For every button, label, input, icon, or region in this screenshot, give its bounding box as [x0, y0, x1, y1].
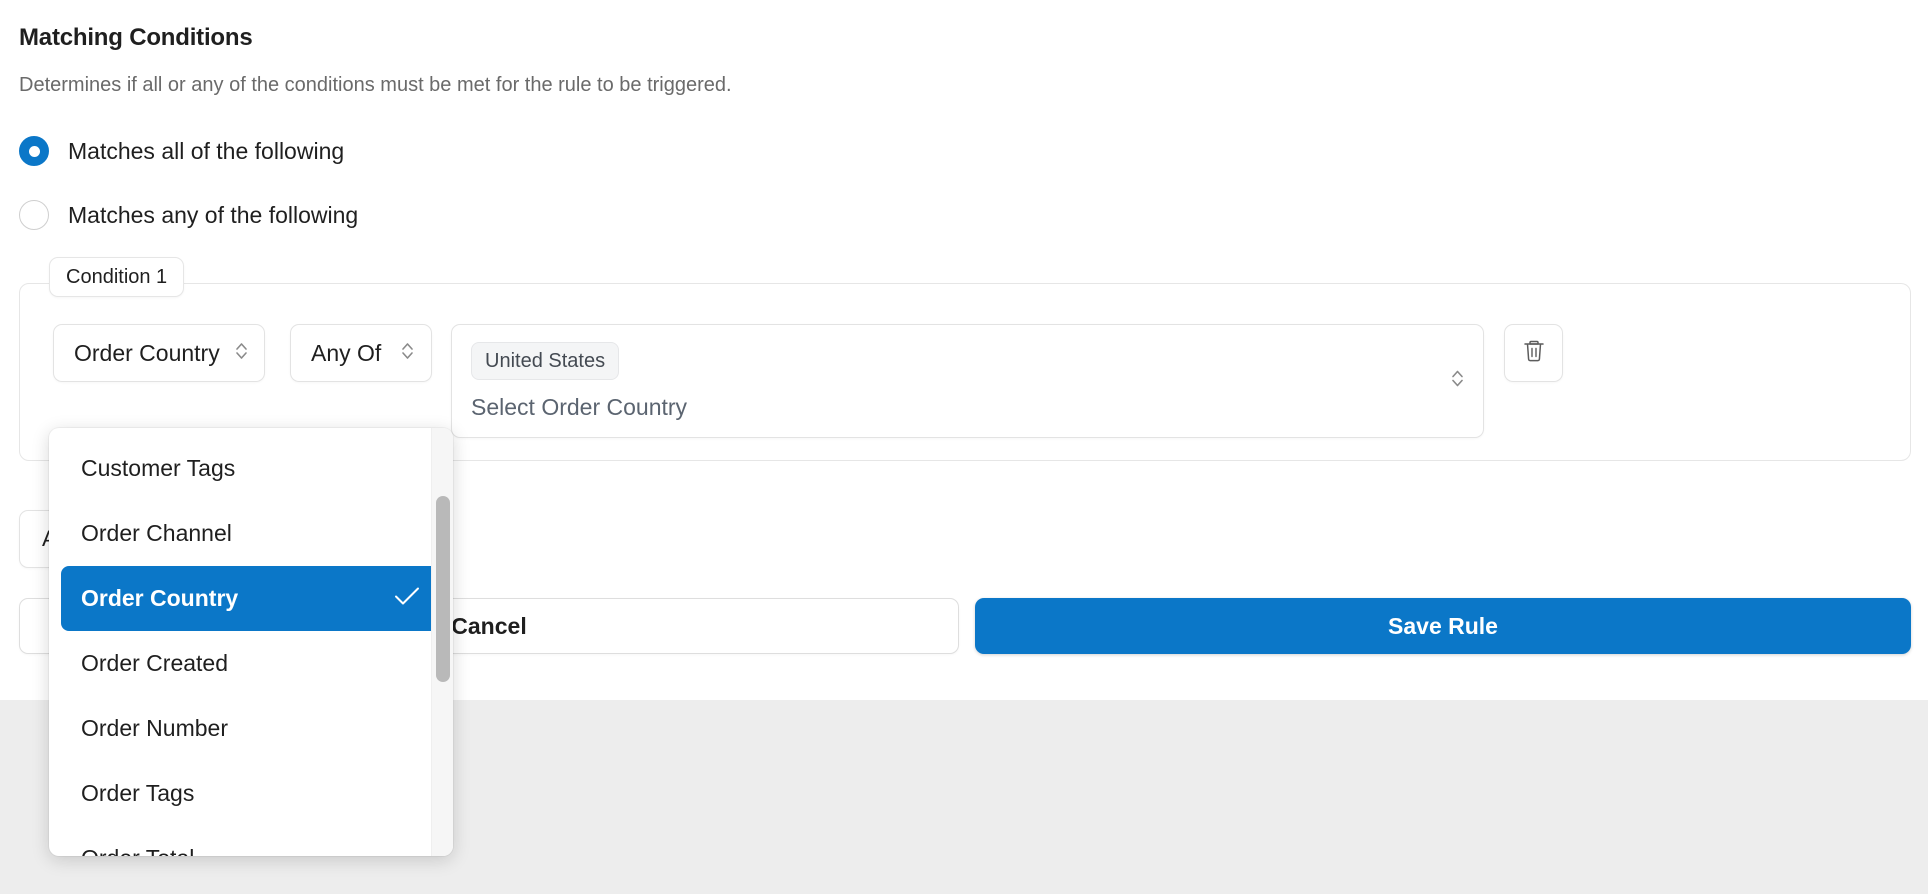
- condition-operator-value: Any Of: [311, 339, 382, 366]
- app-root: Matching Conditions Determines if all or…: [0, 0, 1928, 894]
- radio-label-matches-all: Matches all of the following: [68, 137, 345, 164]
- trash-icon: [1521, 337, 1547, 370]
- dropdown-option-label: Order Number: [81, 715, 228, 741]
- radio-indicator-unselected[interactable]: [19, 200, 49, 230]
- cancel-button-label: Cancel: [451, 612, 527, 639]
- dropdown-scrollbar-thumb[interactable]: [436, 496, 450, 682]
- dropdown-option-list: Customer Tags Order Channel Order Countr…: [49, 428, 453, 856]
- field-select-dropdown[interactable]: Customer Tags Order Channel Order Countr…: [49, 428, 453, 856]
- radio-option-matches-any[interactable]: Matches any of the following: [19, 200, 358, 230]
- delete-condition-button[interactable]: [1504, 324, 1563, 382]
- dropdown-option-label: Customer Tags: [81, 455, 236, 481]
- condition-operator-select[interactable]: Any Of: [290, 324, 432, 382]
- chevron-up-down-icon: [1450, 368, 1465, 395]
- dropdown-option[interactable]: Order Channel: [61, 501, 441, 566]
- radio-option-matches-all[interactable]: Matches all of the following: [19, 136, 344, 166]
- condition-value-multiselect[interactable]: United States Select Order Country: [451, 324, 1484, 438]
- dropdown-option[interactable]: Order Total: [61, 826, 441, 856]
- dropdown-option[interactable]: Order Tags: [61, 761, 441, 826]
- save-rule-button[interactable]: Save Rule: [975, 598, 1911, 654]
- chevron-up-down-icon: [400, 340, 415, 367]
- chevron-up-down-icon: [234, 340, 249, 367]
- dropdown-option-label: Order Tags: [81, 780, 195, 806]
- dropdown-option[interactable]: Order Created: [61, 631, 441, 696]
- condition-field-select[interactable]: Order Country: [53, 324, 265, 382]
- condition-field-value: Order Country: [74, 339, 220, 366]
- condition-legend: Condition 1: [49, 257, 185, 297]
- dropdown-option[interactable]: Order Number: [61, 696, 441, 761]
- dropdown-scrollbar[interactable]: [431, 428, 453, 856]
- dropdown-option-label: Order Total: [81, 845, 194, 856]
- page-title: Matching Conditions: [19, 24, 253, 51]
- radio-label-matches-any: Matches any of the following: [68, 201, 359, 228]
- check-icon: [393, 585, 421, 613]
- dropdown-option-selected[interactable]: Order Country: [61, 566, 441, 631]
- selected-value-tag[interactable]: United States: [471, 342, 620, 380]
- multiselect-placeholder: Select Order Country: [471, 394, 688, 420]
- dropdown-option-label: Order Country: [81, 585, 239, 611]
- section-description: Determines if all or any of the conditio…: [19, 74, 732, 96]
- condition-legend-label: Condition 1: [66, 265, 168, 288]
- dropdown-option-label: Order Created: [81, 650, 229, 676]
- radio-indicator-selected[interactable]: [19, 136, 49, 166]
- selected-value-tag-label: United States: [485, 349, 606, 372]
- condition-row: Order Country Any Of United States Selec…: [53, 324, 1563, 438]
- save-rule-button-label: Save Rule: [1388, 612, 1498, 639]
- dropdown-option-label: Order Channel: [81, 520, 232, 546]
- dropdown-option[interactable]: Customer Tags: [61, 436, 441, 501]
